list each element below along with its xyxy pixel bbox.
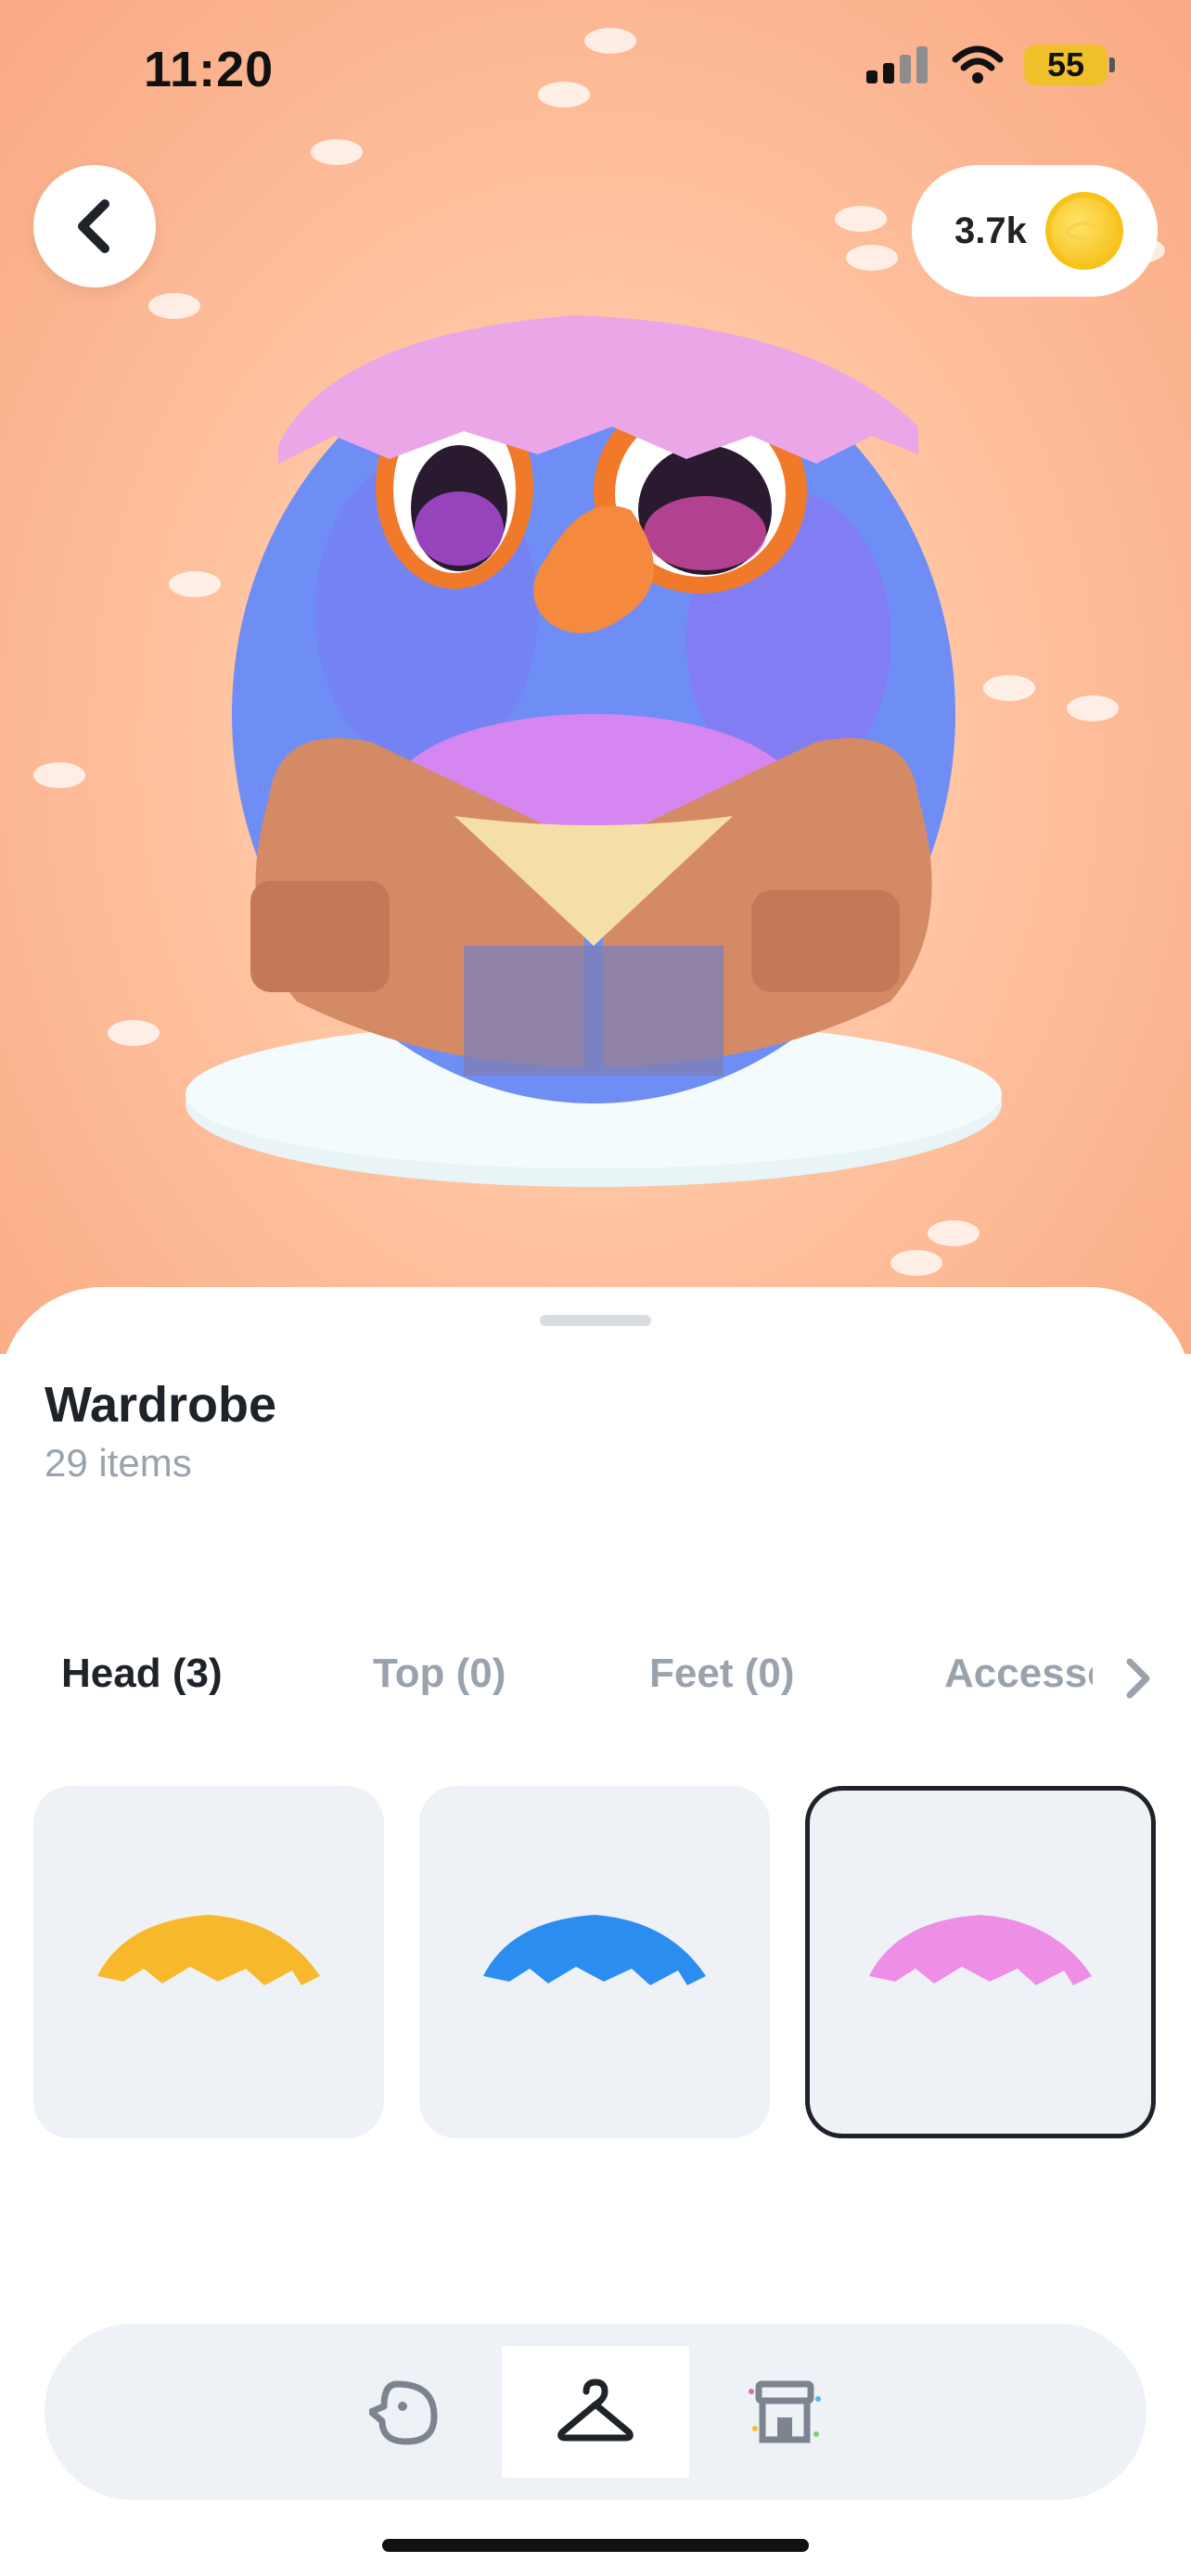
bird-icon — [369, 2380, 438, 2445]
battery-indicator: 55 — [1024, 45, 1115, 85]
wardrobe-item-blue-hat[interactable] — [419, 1786, 770, 2138]
snow-dot — [1067, 695, 1119, 721]
snow-dot — [311, 139, 363, 165]
tab-head[interactable]: Head (3) — [61, 1651, 223, 1697]
status-icons: 55 — [866, 45, 1115, 85]
wardrobe-item-yellow-hat[interactable] — [33, 1786, 384, 2138]
snow-dot — [835, 206, 887, 232]
character-preview: 11:20 55 3.7k — [0, 0, 1191, 1354]
battery-level: 55 — [1046, 45, 1085, 83]
back-button[interactable] — [33, 165, 156, 287]
nav-shop[interactable] — [691, 2346, 878, 2478]
snow-dot — [846, 245, 898, 271]
snow-dot — [538, 82, 590, 108]
signal-icon — [866, 46, 928, 83]
eggshell-hat-yellow-icon — [97, 1915, 320, 1985]
eggshell-hat-pink-icon — [869, 1915, 1092, 1985]
home-indicator[interactable] — [382, 2539, 809, 2552]
wifi-icon — [952, 45, 1004, 83]
mascot-illustration — [186, 315, 1002, 1187]
status-time: 11:20 — [144, 42, 275, 97]
tab-accessories-clip: Accessories — [944, 1651, 1093, 1697]
eggshell-hat-blue-icon — [483, 1915, 706, 1985]
coin-amount: 3.7k — [954, 210, 1027, 251]
hanger-icon — [557, 2378, 634, 2442]
bottom-navigation — [45, 2324, 1146, 2500]
tab-accessories[interactable]: Accessories — [944, 1651, 1093, 1697]
wardrobe-item-pink-hat[interactable] — [805, 1786, 1156, 2138]
wardrobe-title: Wardrobe — [45, 1377, 277, 1433]
chevron-right-icon[interactable] — [1122, 1656, 1154, 1701]
snow-dot — [33, 762, 85, 788]
sheet-drag-handle[interactable] — [540, 1315, 651, 1326]
shop-icon — [749, 2380, 821, 2443]
wardrobe-item-count: 29 items — [45, 1441, 192, 1485]
nav-bird[interactable] — [313, 2346, 500, 2478]
chevron-left-icon — [78, 199, 109, 253]
category-tabs: Head (3) Top (0) Feet (0) Accessories — [0, 1651, 1191, 1715]
snow-dot — [890, 1250, 942, 1276]
snow-dot — [584, 28, 636, 54]
coin-balance[interactable]: 3.7k — [912, 165, 1158, 297]
tab-feet[interactable]: Feet (0) — [649, 1651, 794, 1697]
tab-top[interactable]: Top (0) — [373, 1651, 506, 1697]
nav-wardrobe[interactable] — [502, 2346, 689, 2478]
coin-icon — [1044, 192, 1123, 270]
